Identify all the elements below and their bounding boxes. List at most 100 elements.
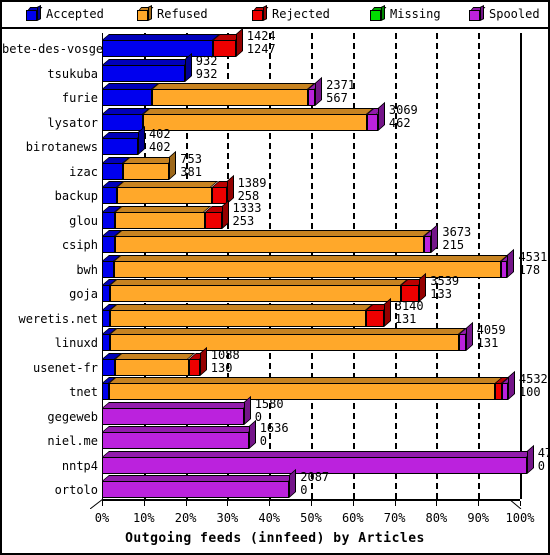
plot-area: bete-des-vosges tsukuba furie lysator birota… [2, 27, 550, 553]
legend-item-missing[interactable]: Missing [370, 5, 441, 21]
bar-row[interactable]: 3539 133 [102, 273, 520, 303]
x-axis-tick [185, 501, 187, 506]
y-axis-label-tsukuba: tsukuba [47, 66, 98, 81]
bar-segment-accepted[interactable] [102, 187, 118, 205]
y-axis-label-csiph: csiph [61, 238, 98, 253]
bar-value-labels: 1424 1247 [244, 30, 276, 56]
bar-secondary-value: 0 [300, 483, 308, 498]
bar-segment-spooled[interactable] [502, 383, 508, 401]
bar-segment-accepted[interactable] [102, 358, 116, 376]
x-axis-tick [352, 501, 354, 506]
bar-segment-accepted[interactable] [102, 64, 185, 82]
bar-segment-spooled[interactable] [424, 236, 432, 254]
bar-segment-refused[interactable] [114, 236, 425, 254]
bar-value-labels: 753 381 [177, 152, 202, 179]
legend-item-rejected[interactable]: Rejected [252, 5, 330, 21]
bar-secondary-value: 0 [259, 434, 267, 449]
bar-segment-refused[interactable] [109, 309, 366, 327]
bar-segment-accepted[interactable] [102, 113, 143, 131]
bar-segment-refused[interactable] [123, 162, 170, 180]
bar-row[interactable]: 932 932 [102, 52, 520, 82]
bar-segment-side [137, 126, 145, 156]
bar-secondary-value: 131 [394, 311, 417, 326]
bar-segment-spooled[interactable] [102, 481, 290, 499]
legend-item-accepted[interactable]: Accepted [26, 5, 104, 21]
bar-value-labels: 2371 567 [323, 79, 355, 105]
bar-segment-spooled[interactable] [367, 113, 378, 131]
bar-total-value: 3069 [388, 102, 418, 117]
bar-segment-refused[interactable] [115, 358, 189, 376]
bar-secondary-value: 100 [518, 385, 541, 400]
bar-segment-refused[interactable] [108, 383, 496, 401]
bar-segment-accepted[interactable] [102, 236, 115, 254]
bar-total-value: 3140 [394, 298, 424, 313]
bar-segment-rejected[interactable] [211, 187, 227, 205]
cube-icon [469, 5, 486, 21]
bar-segment-spooled[interactable] [458, 334, 466, 352]
bar-secondary-value: 133 [430, 287, 452, 302]
bar-row[interactable]: 4532 100 [102, 371, 548, 401]
legend-item-refused[interactable]: Refused [137, 5, 208, 21]
bar-segment-refused[interactable] [115, 211, 205, 229]
bar-total-value: 932 [195, 53, 218, 68]
bar-secondary-value: 462 [388, 115, 411, 130]
bar-value-labels: 1636 0 [257, 422, 289, 448]
bar-segment-refused[interactable] [117, 187, 212, 205]
bar-segment-accepted[interactable] [102, 383, 109, 401]
bar-segment-side [184, 52, 192, 82]
bar-row[interactable]: 1580 0 [102, 395, 520, 425]
y-axis-label-furie: furie [61, 91, 98, 106]
bar-segment-accepted[interactable] [102, 138, 138, 156]
bar-segment-accepted[interactable] [102, 211, 116, 229]
bar-row[interactable]: 1424 1247 [102, 27, 520, 57]
bar-row[interactable]: 2087 0 [102, 469, 520, 499]
x-axis-tick-label: 50% [300, 511, 322, 525]
bar-total-value: 4531 [518, 249, 548, 264]
bar-segment-refused[interactable] [109, 334, 459, 352]
x-axis-tick [102, 501, 103, 506]
bar-row[interactable]: 1636 0 [102, 420, 520, 450]
bar-segment-accepted[interactable] [102, 285, 111, 303]
bar-segment-rejected[interactable] [188, 358, 200, 376]
bar-row[interactable]: 753 381 [102, 150, 520, 180]
bar-value-labels: 1389 258 [235, 177, 267, 203]
bar-segment-accepted[interactable] [102, 89, 153, 107]
bar-secondary-value: 381 [180, 164, 202, 179]
bar-segment-rejected[interactable] [495, 383, 503, 401]
bar-value-labels: 402 402 [146, 128, 171, 154]
x-axis-tick [478, 501, 480, 506]
bar-row[interactable]: 2371 567 [102, 76, 520, 107]
bar-segment-accepted[interactable] [102, 309, 110, 327]
bar-secondary-value: 932 [195, 66, 218, 81]
bar-segment-side [235, 27, 243, 57]
bar-row[interactable]: 4059 131 [102, 322, 520, 352]
bar-row[interactable]: 1389 258 [102, 175, 520, 205]
bar-secondary-value: 253 [232, 213, 255, 228]
bar-segment-accepted[interactable] [102, 334, 110, 352]
bar-value-labels: 932 932 [193, 53, 218, 81]
bar-secondary-value: 130 [210, 360, 233, 375]
cube-icon [26, 5, 43, 21]
bar-segment-refused[interactable] [152, 89, 309, 107]
bar-row[interactable]: 3673 215 [102, 224, 520, 254]
bar-segment-refused[interactable] [110, 285, 402, 303]
bar-segment-accepted[interactable] [102, 260, 115, 278]
x-axis-tick-label: 20% [174, 511, 197, 525]
bar-segment-side [248, 420, 256, 450]
bar-row[interactable]: 1088 130 [102, 346, 520, 376]
bar-value-labels: 3539 133 [427, 275, 459, 301]
bar-segment-spooled[interactable] [102, 407, 244, 425]
legend-item-label: Rejected [272, 7, 330, 21]
bar-segment-rejected[interactable] [365, 309, 384, 327]
legend-item-spooled[interactable]: Spooled [469, 5, 540, 21]
bar-segment-spooled[interactable] [102, 432, 249, 450]
bar-segment-rejected[interactable] [204, 211, 222, 229]
bar-row[interactable]: 3140 131 [102, 297, 520, 327]
bar-segment-spooled[interactable] [308, 89, 316, 107]
bar-row[interactable]: 402 402 [102, 126, 520, 156]
bar-segment-refused[interactable] [142, 113, 368, 131]
bar-segment-accepted[interactable] [102, 162, 124, 180]
cube-icon [137, 5, 154, 21]
bar-segment-spooled[interactable] [501, 260, 508, 278]
bar-value-labels: 3673 215 [439, 226, 471, 252]
